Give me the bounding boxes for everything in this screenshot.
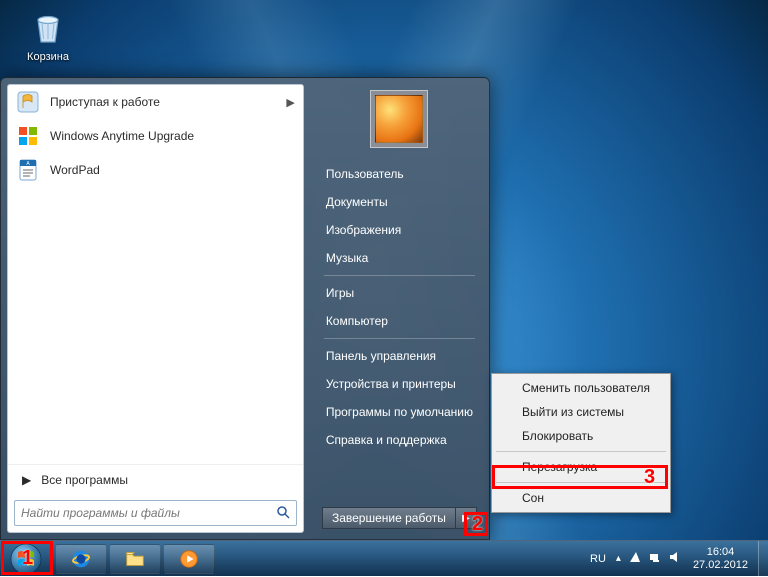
program-list-spacer <box>8 187 303 464</box>
user-picture-image <box>375 95 423 143</box>
right-link-user[interactable]: Пользователь <box>316 160 483 188</box>
taskbar: RU ▴ 16:04 27.02.2012 <box>0 540 768 576</box>
clock-date: 27.02.2012 <box>693 559 748 572</box>
start-button[interactable] <box>2 542 50 576</box>
desktop-icon-recycle-bin[interactable]: Корзина <box>18 8 78 63</box>
volume-icon[interactable] <box>665 550 685 567</box>
media-player-icon <box>178 548 200 570</box>
system-tray: RU ▴ 16:04 27.02.2012 <box>584 541 768 576</box>
taskbar-pinned-explorer[interactable] <box>109 544 161 574</box>
right-separator <box>324 338 475 339</box>
shutdown-options-arrow[interactable]: ▶ <box>455 507 477 529</box>
power-separator <box>496 451 666 452</box>
taskbar-pinned-ie[interactable] <box>55 544 107 574</box>
windows-orb-icon <box>10 543 42 575</box>
power-restart[interactable]: Перезагрузка <box>494 455 668 479</box>
right-link-music[interactable]: Музыка <box>316 244 483 272</box>
search-icon <box>276 505 290 522</box>
start-search-input[interactable]: Найти программы и файлы <box>14 500 297 526</box>
power-options-submenu: Сменить пользователя Выйти из системы Бл… <box>491 373 671 513</box>
triangle-right-icon: ▶ <box>462 513 470 524</box>
flag-icon <box>14 88 42 116</box>
right-separator <box>324 275 475 276</box>
power-switch-user[interactable]: Сменить пользователя <box>494 376 668 400</box>
program-label: WordPad <box>50 163 100 177</box>
folder-icon <box>124 548 146 570</box>
start-menu: Приступая к работе ▶ Windows Anytime Upg… <box>0 77 490 540</box>
start-menu-right-pane: Пользователь Документы Изображения Музык… <box>310 78 489 539</box>
program-wordpad[interactable]: A WordPad <box>8 153 303 187</box>
clock-time: 16:04 <box>693 546 748 559</box>
right-link-computer[interactable]: Компьютер <box>316 307 483 335</box>
all-programs[interactable]: ▶ Все программы <box>8 464 303 494</box>
show-desktop-button[interactable] <box>758 541 768 577</box>
user-picture[interactable] <box>370 90 428 148</box>
wordpad-icon: A <box>14 156 42 184</box>
windows-icon <box>14 122 42 150</box>
right-link-devices[interactable]: Устройства и принтеры <box>316 370 483 398</box>
power-lock[interactable]: Блокировать <box>494 424 668 448</box>
right-link-control-panel[interactable]: Панель управления <box>316 342 483 370</box>
tray-overflow-arrow-icon[interactable]: ▴ <box>612 553 625 564</box>
recycle-bin-icon <box>28 8 68 48</box>
shutdown-button[interactable]: Завершение работы <box>322 507 455 529</box>
shutdown-row: Завершение работы ▶ <box>316 507 483 533</box>
right-link-games[interactable]: Игры <box>316 279 483 307</box>
power-sleep[interactable]: Сон <box>494 486 668 510</box>
triangle-right-icon: ▶ <box>22 473 31 487</box>
desktop-icon-label: Корзина <box>18 51 78 63</box>
taskbar-pinned-wmp[interactable] <box>163 544 215 574</box>
language-indicator[interactable]: RU <box>584 553 612 565</box>
program-getting-started[interactable]: Приступая к работе ▶ <box>8 85 303 119</box>
power-separator <box>496 482 666 483</box>
submenu-arrow-icon: ▶ <box>286 96 294 109</box>
all-programs-label: Все программы <box>41 473 128 487</box>
network-icon[interactable] <box>645 550 665 567</box>
shutdown-label: Завершение работы <box>332 511 446 525</box>
program-label: Windows Anytime Upgrade <box>50 129 194 143</box>
right-link-help[interactable]: Справка и поддержка <box>316 426 483 454</box>
right-link-default-programs[interactable]: Программы по умолчанию <box>316 398 483 426</box>
action-center-icon[interactable] <box>625 550 645 567</box>
power-logoff[interactable]: Выйти из системы <box>494 400 668 424</box>
right-link-pictures[interactable]: Изображения <box>316 216 483 244</box>
start-menu-left-pane: Приступая к работе ▶ Windows Anytime Upg… <box>7 84 304 533</box>
right-link-documents[interactable]: Документы <box>316 188 483 216</box>
taskbar-clock[interactable]: 16:04 27.02.2012 <box>685 546 758 572</box>
program-label: Приступая к работе <box>50 95 160 109</box>
program-anytime-upgrade[interactable]: Windows Anytime Upgrade <box>8 119 303 153</box>
ie-icon <box>70 548 92 570</box>
search-placeholder: Найти программы и файлы <box>21 506 180 520</box>
